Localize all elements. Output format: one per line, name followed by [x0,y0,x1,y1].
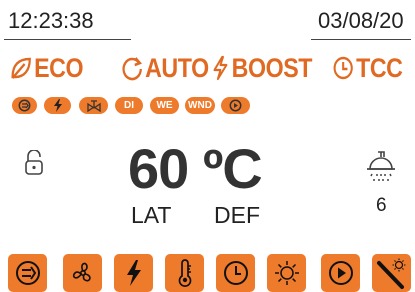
play-icon [328,261,353,285]
fan-icon [72,262,91,282]
lat-label: LAT [131,202,172,228]
status-pill-plug [12,97,37,114]
lightning-bolt-icon [53,99,62,112]
thermometer-button[interactable] [165,254,204,292]
date-underline [311,39,411,40]
unlock-icon[interactable] [24,149,44,181]
heater-rod-button[interactable] [372,254,411,292]
valve-icon [86,99,101,112]
clock-time: 12:23:38 [8,8,94,33]
power-plug-icon [15,261,40,285]
mode-boost-label: BOOST [231,52,313,83]
mode-auto-button[interactable]: AUTO [121,51,209,85]
power-plug-icon [18,99,31,112]
heater-rod-icon [376,258,405,289]
plug-button[interactable] [8,254,47,292]
mode-tcc-label: TCC [356,52,403,83]
play-button[interactable] [321,254,360,292]
status-pill-wnd: WND [185,97,215,114]
temperature-readout: 60 ºC [128,137,263,200]
cycle-arrow-icon [122,57,142,81]
lightning-bolt-icon [213,55,228,81]
status-pill-di: DI [115,97,143,114]
mode-eco-button[interactable]: ECO [10,51,84,85]
play-icon [229,99,242,112]
timer-button[interactable] [216,254,255,292]
thermometer-icon [178,259,191,287]
shower-count: 6 [376,195,387,216]
mode-boost-button[interactable]: BOOST [211,51,312,85]
clock-date: 03/08/20 [318,8,404,33]
clock-icon [223,261,248,285]
status-pill-we-label: WE [156,100,173,111]
status-pill-valve [79,97,108,114]
mode-eco-label: ECO [34,52,84,83]
status-pill-power [44,97,71,114]
status-pill-we: WE [150,97,179,114]
lightning-bolt-icon [126,260,141,286]
time-underline [4,39,131,40]
leaf-icon [11,57,31,79]
mode-tcc-button[interactable]: TCC [332,51,403,85]
solar-button[interactable] [267,254,306,292]
status-pill-wnd-label: WND [188,100,212,111]
boost-button[interactable] [114,254,153,292]
mode-auto-label: AUTO [145,52,209,83]
clock-icon [333,56,353,80]
fan-button[interactable] [63,254,102,292]
sun-icon [274,261,299,285]
shower-icon [364,149,398,190]
status-pill-di-label: DI [124,100,134,111]
def-label: DEF [214,202,260,228]
status-pill-play [221,97,250,114]
